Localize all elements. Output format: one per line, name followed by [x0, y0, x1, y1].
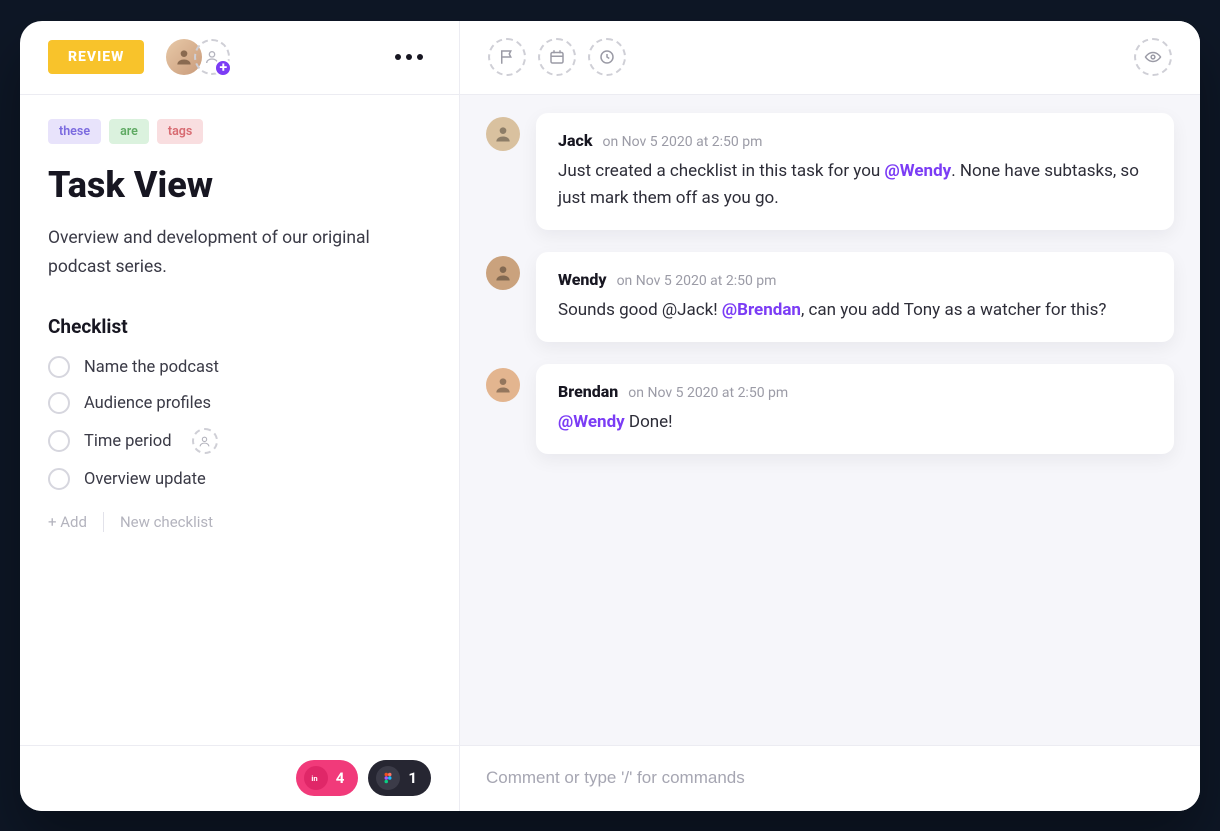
assign-item-button[interactable] — [192, 428, 218, 454]
divider — [103, 512, 104, 532]
comment-input[interactable] — [486, 768, 1174, 788]
comment-timestamp: on Nov 5 2020 at 2:50 pm — [602, 134, 762, 150]
mention[interactable]: @Brendan — [722, 300, 801, 320]
right-header — [460, 21, 1200, 95]
watchers-button[interactable] — [1134, 38, 1172, 76]
comment-author: Brendan — [558, 382, 618, 401]
comment-bubble: Jack on Nov 5 2020 at 2:50 pm Just created… — [536, 113, 1174, 230]
checklist-actions: + Add New checklist — [48, 512, 431, 532]
eye-icon — [1144, 48, 1162, 66]
activity-pane: Jack on Nov 5 2020 at 2:50 pm Just created… — [460, 21, 1200, 811]
mention[interactable]: @Wendy — [885, 161, 952, 181]
checklist-item-label: Time period — [84, 432, 172, 451]
checklist-heading: Checklist — [48, 315, 431, 338]
invision-count: 4 — [336, 769, 345, 787]
tag[interactable]: these — [48, 119, 101, 144]
status-chip[interactable]: REVIEW — [48, 40, 144, 74]
tag[interactable]: tags — [157, 119, 203, 144]
details-pane: REVIEW + these aretags Task View Overview… — [20, 21, 460, 811]
comment-body: @Wendy Done! — [558, 409, 1152, 436]
task-description: Overview and development of our original… — [48, 224, 431, 284]
task-title: Task View — [48, 164, 431, 206]
composer-bar — [460, 745, 1200, 811]
checklist-item[interactable]: Name the podcast — [48, 356, 431, 378]
clock-icon — [598, 48, 616, 66]
flag-icon — [498, 48, 516, 66]
invision-icon: in — [304, 766, 328, 790]
checkbox[interactable] — [48, 468, 70, 490]
comment-author: Jack — [558, 131, 592, 150]
comment-thread: Jack on Nov 5 2020 at 2:50 pm Just created… — [460, 95, 1200, 745]
due-date-button[interactable] — [538, 38, 576, 76]
assignee-group: + — [166, 39, 230, 75]
tag-list: these aretags — [48, 119, 431, 144]
tag[interactable]: are — [109, 119, 149, 144]
comment: Brendan on Nov 5 2020 at 2:50 pm @Wendy Do… — [486, 364, 1174, 454]
task-card: REVIEW + these aretags Task View Overview… — [20, 21, 1200, 811]
checklist-item[interactable]: Overview update — [48, 468, 431, 490]
mention[interactable]: @Wendy — [558, 412, 625, 432]
left-header: REVIEW + — [20, 21, 459, 95]
calendar-icon — [548, 48, 566, 66]
add-item-button[interactable]: + Add — [48, 513, 87, 531]
figma-icon — [376, 766, 400, 790]
priority-button[interactable] — [488, 38, 526, 76]
invision-pill[interactable]: in 4 — [296, 760, 359, 796]
more-menu-button[interactable] — [387, 46, 431, 68]
comment-avatar[interactable] — [486, 117, 520, 151]
comment-author: Wendy — [558, 270, 607, 289]
comment: Jack on Nov 5 2020 at 2:50 pm Just created… — [486, 113, 1174, 230]
left-footer: in 4 1 — [20, 745, 459, 811]
checklist-item[interactable]: Time period — [48, 428, 431, 454]
comment-bubble: Wendy on Nov 5 2020 at 2:50 pm Sounds good… — [536, 252, 1174, 342]
plus-icon: + — [214, 59, 232, 77]
checkbox[interactable] — [48, 356, 70, 378]
checkbox[interactable] — [48, 392, 70, 414]
time-tracking-button[interactable] — [588, 38, 626, 76]
checklist-item-label: Overview update — [84, 470, 206, 489]
comment: Wendy on Nov 5 2020 at 2:50 pm Sounds good… — [486, 252, 1174, 342]
comment-avatar[interactable] — [486, 256, 520, 290]
comment-avatar[interactable] — [486, 368, 520, 402]
left-body: these aretags Task View Overview and deve… — [20, 95, 459, 745]
figma-count: 1 — [408, 769, 417, 787]
checklist-item[interactable]: Audience profiles — [48, 392, 431, 414]
svg-text:in: in — [311, 774, 317, 783]
checklist-item-label: Audience profiles — [84, 394, 211, 413]
comment-timestamp: on Nov 5 2020 at 2:50 pm — [617, 273, 777, 289]
comment-body: Just created a checklist in this task fo… — [558, 158, 1152, 212]
checklist-item-label: Name the podcast — [84, 358, 219, 377]
comment-body: Sounds good @Jack! @Brendan, can you add… — [558, 297, 1152, 324]
comment-bubble: Brendan on Nov 5 2020 at 2:50 pm @Wendy Do… — [536, 364, 1174, 454]
add-assignee-button[interactable]: + — [194, 39, 230, 75]
checklist: Name the podcast Audience profiles Time pe… — [48, 356, 431, 490]
new-checklist-button[interactable]: New checklist — [120, 513, 213, 531]
comment-timestamp: on Nov 5 2020 at 2:50 pm — [628, 385, 788, 401]
checkbox[interactable] — [48, 430, 70, 452]
figma-pill[interactable]: 1 — [368, 760, 431, 796]
